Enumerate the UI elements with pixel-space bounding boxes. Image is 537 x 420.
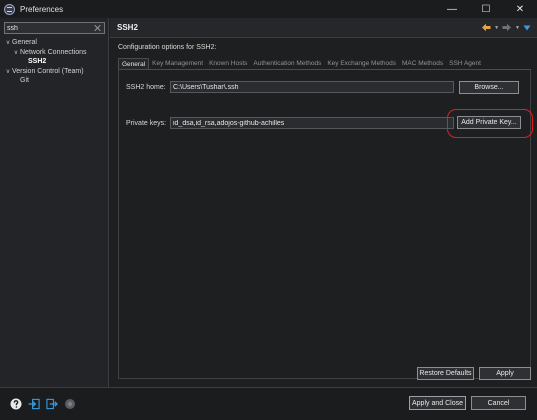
tab-mac-methods[interactable]: MAC Methods xyxy=(399,58,446,69)
tree-item-ssh2[interactable]: SSH2 xyxy=(0,57,109,67)
tab-known-hosts[interactable]: Known Hosts xyxy=(206,58,250,69)
filter-box xyxy=(4,22,105,34)
private-keys-input[interactable] xyxy=(171,118,453,128)
import-icon[interactable] xyxy=(28,398,40,410)
tree-item-label: Git xyxy=(20,77,29,85)
tree-item-network-connections[interactable]: ∨ Network Connections xyxy=(0,48,109,58)
window-controls: — ☐ ✕ xyxy=(435,0,537,18)
tab-ssh-agent[interactable]: SSH Agent xyxy=(446,58,484,69)
page-description: Configuration options for SSH2: xyxy=(118,44,217,51)
tree-item-label: Network Connections xyxy=(20,48,87,56)
ssh2-home-label: SSH2 home: xyxy=(126,84,166,91)
ssh2-home-field[interactable] xyxy=(170,81,454,93)
history-navigation: ▼ ▼ xyxy=(481,23,531,32)
apply-and-close-button[interactable]: Apply and Close xyxy=(409,396,466,410)
eclipse-app-icon xyxy=(4,3,15,15)
forward-arrow-icon[interactable] xyxy=(502,23,512,32)
view-menu-icon[interactable] xyxy=(523,25,531,31)
tab-general[interactable]: General xyxy=(118,58,150,69)
tree-item-label: SSH2 xyxy=(28,58,47,66)
chevron-down-icon[interactable]: ∨ xyxy=(4,39,12,46)
tree-item-git[interactable]: Git xyxy=(0,76,109,86)
title-bar: Preferences — ☐ ✕ xyxy=(0,0,537,18)
chevron-down-icon[interactable]: ∨ xyxy=(4,68,12,75)
back-dropdown-icon[interactable]: ▼ xyxy=(494,25,499,31)
filter-input[interactable] xyxy=(5,23,91,33)
dialog-footer: Apply and Close Cancel xyxy=(0,387,537,420)
oomph-icon[interactable] xyxy=(64,398,76,410)
window-title: Preferences xyxy=(20,4,64,14)
preferences-sidebar: ∨ General ∨ Network Connections SSH2 ∨ V… xyxy=(0,18,109,387)
back-arrow-icon[interactable] xyxy=(481,23,491,32)
tree-item-label: Version Control (Team) xyxy=(12,67,84,75)
cancel-button[interactable]: Cancel xyxy=(471,396,526,410)
page-header: SSH2 ▼ ▼ xyxy=(110,18,537,38)
preference-tree: ∨ General ∨ Network Connections SSH2 ∨ V… xyxy=(0,38,109,86)
general-tab-panel: SSH2 home: Browse... Private keys: Add P… xyxy=(118,69,533,380)
tab-key-exchange-methods[interactable]: Key Exchange Methods xyxy=(324,58,399,69)
close-button[interactable]: ✕ xyxy=(503,0,537,18)
chevron-down-icon[interactable]: ∨ xyxy=(12,49,20,56)
minimize-button[interactable]: — xyxy=(435,0,469,18)
maximize-button[interactable]: ☐ xyxy=(469,0,503,18)
browse-button[interactable]: Browse... xyxy=(459,81,519,94)
tree-item-version-control[interactable]: ∨ Version Control (Team) xyxy=(0,67,109,77)
add-private-key-button[interactable]: Add Private Key... xyxy=(457,116,521,129)
preference-page: SSH2 ▼ ▼ Configuration options for SSH2:… xyxy=(110,18,537,387)
export-icon[interactable] xyxy=(46,398,58,410)
help-icon[interactable] xyxy=(10,398,22,410)
tree-item-label: General xyxy=(12,39,37,47)
ssh2-home-input[interactable] xyxy=(171,82,453,92)
restore-defaults-button[interactable]: Restore Defaults xyxy=(417,367,474,380)
tab-key-management[interactable]: Key Management xyxy=(149,58,206,69)
private-keys-field[interactable] xyxy=(170,117,454,129)
footer-icon-bar xyxy=(10,398,76,410)
tab-authentication-methods[interactable]: Authentication Methods xyxy=(250,58,324,69)
forward-dropdown-icon[interactable]: ▼ xyxy=(515,25,520,31)
apply-button[interactable]: Apply xyxy=(479,367,531,380)
tree-item-general[interactable]: ∨ General xyxy=(0,38,109,48)
clear-filter-icon[interactable] xyxy=(94,24,102,32)
ssh2-tabs: General Key Management Known Hosts Authe… xyxy=(118,58,484,69)
private-keys-label: Private keys: xyxy=(126,120,167,127)
page-title: SSH2 xyxy=(117,23,138,32)
